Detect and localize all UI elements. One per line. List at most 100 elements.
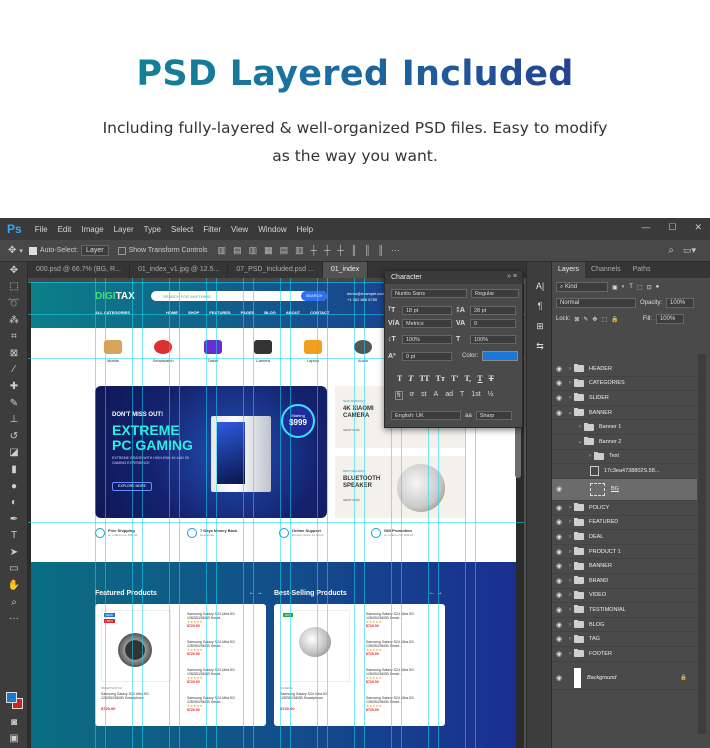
align-right-icon[interactable]: ▥ <box>295 245 304 256</box>
chevron-right-icon[interactable]: › <box>566 592 574 598</box>
lock-position-icon[interactable]: ✥ <box>592 316 597 323</box>
chevron-down-icon[interactable]: ⌄ <box>566 409 574 416</box>
tab-document[interactable]: 01_index_v1.jpg @ 12.5... <box>130 262 229 278</box>
layer-row[interactable]: ◉ › BANNER <box>552 559 697 574</box>
screen-mode-icon[interactable]: ▣ <box>0 730 28 747</box>
chevron-right-icon[interactable]: › <box>566 549 574 555</box>
chevron-right-icon[interactable]: › <box>566 578 574 584</box>
filter-shape-icon[interactable]: ⬚ <box>637 284 643 291</box>
layer-row[interactable]: ◉ › DEAL <box>552 530 697 545</box>
layers-scrollbar[interactable] <box>698 354 706 734</box>
ordinals-st-icon[interactable]: 1st <box>471 391 480 400</box>
background-layer-row[interactable]: ◉ Background 🔒 <box>552 666 697 690</box>
subscript-icon[interactable]: T, <box>465 374 472 383</box>
visibility-eye-icon[interactable]: ◉ <box>552 562 566 570</box>
filter-toggle-icon[interactable]: ● <box>656 284 660 290</box>
strikethrough-icon[interactable]: T <box>489 374 494 383</box>
filter-pixel-icon[interactable]: ▣ <box>612 284 618 291</box>
chevron-right-icon[interactable]: › <box>566 636 574 642</box>
layer-row[interactable]: ◉ ⌄ BANNER <box>552 406 697 421</box>
maximize-icon[interactable]: ☐ <box>668 222 676 233</box>
paragraph-panel-icon[interactable]: ¶ <box>527 296 553 316</box>
auto-select-checkbox[interactable] <box>28 246 37 255</box>
chevron-down-icon[interactable]: ▾ <box>19 247 23 255</box>
faux-italic-icon[interactable]: T <box>408 374 413 383</box>
foreground-color-swatch[interactable] <box>6 692 17 703</box>
menu-select[interactable]: Select <box>166 225 198 234</box>
tab-paths[interactable]: Paths <box>627 262 657 278</box>
magic-wand-tool-icon[interactable]: ⁂ <box>0 312 28 329</box>
layer-row[interactable]: › Banner 1 <box>552 420 697 435</box>
antialias-select[interactable]: Sharp <box>475 411 512 420</box>
layer-row[interactable]: ◉ › POLICY <box>552 501 697 516</box>
superscript-icon[interactable]: T' <box>451 374 458 383</box>
chevron-right-icon[interactable]: › <box>586 453 594 459</box>
language-select[interactable]: English: UK <box>391 411 461 420</box>
visibility-eye-icon[interactable]: ◉ <box>552 621 566 629</box>
tab-layers[interactable]: Layers <box>552 262 586 278</box>
opacity-field[interactable]: 100% <box>666 298 695 308</box>
character-panel-icon[interactable]: A| <box>527 276 553 296</box>
history-panel-icon[interactable]: ⇆ <box>527 336 553 356</box>
panel-menu-icon[interactable]: » ≡ <box>507 273 517 280</box>
layer-row[interactable]: ◉ › FEATURED <box>552 516 697 531</box>
distribute-middle-icon[interactable]: ┼ <box>324 245 330 256</box>
hand-tool-icon[interactable]: ✋ <box>0 577 28 594</box>
layer-row[interactable]: ◉ › BRAND <box>552 574 697 589</box>
ordinals-icon[interactable]: T <box>460 391 464 400</box>
distribute-left-icon[interactable]: ║ <box>351 245 357 256</box>
menu-filter[interactable]: Filter <box>198 225 226 234</box>
lock-all-icon[interactable]: 🔒 <box>611 316 618 323</box>
text-color-swatch[interactable] <box>482 351 519 361</box>
blur-tool-icon[interactable]: ● <box>0 478 28 495</box>
path-select-icon[interactable]: ➤ <box>0 544 28 561</box>
auto-select-dropdown[interactable]: Layer <box>81 245 109 256</box>
frame-tool-icon[interactable]: ⊠ <box>0 345 28 362</box>
layer-row[interactable]: ◉ › FOOTER <box>552 647 697 662</box>
layer-row[interactable]: ◉ › PRODUCT 1 <box>552 545 697 560</box>
eyedropper-tool-icon[interactable]: ⁄ <box>0 362 28 379</box>
vertical-scale-field[interactable]: 100% <box>402 335 452 344</box>
glyphs-panel-icon[interactable]: ⊞ <box>527 316 553 336</box>
faux-bold-icon[interactable]: T <box>397 374 402 383</box>
visibility-eye-icon[interactable]: ◉ <box>552 548 566 556</box>
visibility-eye-icon[interactable]: ◉ <box>552 409 566 417</box>
zoom-tool-icon[interactable]: ⌕ <box>0 594 28 611</box>
layer-row[interactable]: ◉ › TESTIMONIAL <box>552 603 697 618</box>
layer-row[interactable]: ◉ › SLIDER <box>552 391 697 406</box>
font-style-select[interactable]: Regular <box>471 289 519 298</box>
chevron-right-icon[interactable]: › <box>566 563 574 569</box>
fill-field[interactable]: 100% <box>655 314 684 324</box>
layer-row[interactable]: › Text <box>552 450 697 465</box>
crop-tool-icon[interactable]: ⌗ <box>0 328 28 345</box>
filter-adjustment-icon[interactable]: ◐ <box>622 284 626 290</box>
chevron-right-icon[interactable]: › <box>566 651 574 657</box>
distribute-center-icon[interactable]: ║ <box>364 245 370 256</box>
filter-type-icon[interactable]: T <box>629 284 633 290</box>
align-bottom-icon[interactable]: ▥ <box>249 245 258 256</box>
distribute-right-icon[interactable]: ║ <box>378 245 384 256</box>
font-family-select[interactable]: Nunito Sans <box>391 289 467 298</box>
minimize-icon[interactable]: — <box>641 222 650 233</box>
visibility-eye-icon[interactable]: ◉ <box>552 591 566 599</box>
gradient-tool-icon[interactable]: ▮ <box>0 461 28 478</box>
menu-layer[interactable]: Layer <box>109 225 139 234</box>
chevron-right-icon[interactable]: › <box>566 607 574 613</box>
swash-icon[interactable]: st <box>421 391 426 400</box>
visibility-eye-icon[interactable]: ◉ <box>552 674 566 682</box>
titling-alternates-icon[interactable]: ad <box>445 391 453 400</box>
history-brush-icon[interactable]: ↺ <box>0 428 28 445</box>
brush-tool-icon[interactable]: ✎ <box>0 395 28 412</box>
layer-row[interactable]: ◉ › TAG <box>552 632 697 647</box>
tracking-field[interactable]: 0 <box>470 319 516 328</box>
chevron-right-icon[interactable]: › <box>566 622 574 628</box>
pen-tool-icon[interactable]: ✒ <box>0 511 28 528</box>
visibility-eye-icon[interactable]: ◉ <box>552 485 566 493</box>
type-tool-icon[interactable]: T <box>0 528 28 545</box>
menu-help[interactable]: Help <box>292 225 318 234</box>
underline-icon[interactable]: T <box>477 374 482 383</box>
layer-row[interactable]: 17c3ea4738802S.58... <box>552 464 697 479</box>
dodge-tool-icon[interactable]: ◐ <box>0 494 28 511</box>
visibility-eye-icon[interactable]: ◉ <box>552 533 566 541</box>
marquee-tool-icon[interactable]: ⬚ <box>0 279 28 296</box>
